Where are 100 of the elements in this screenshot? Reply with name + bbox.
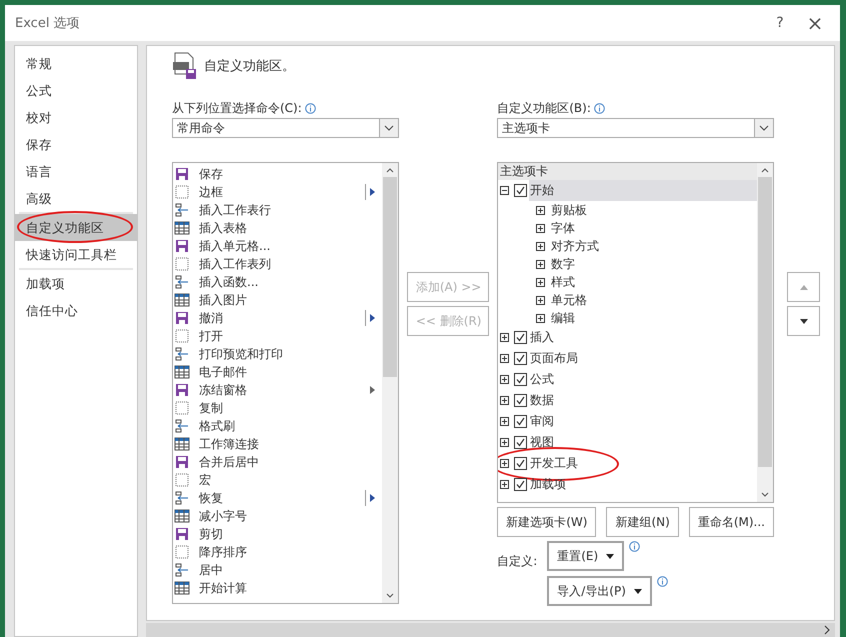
command-item[interactable]: 格式刷 — [173, 417, 382, 435]
expand-icon[interactable] — [536, 206, 546, 214]
command-item[interactable]: 插入单元格... — [173, 237, 382, 255]
command-item[interactable]: 降序排序 — [173, 543, 382, 561]
tree-item[interactable]: 数据 — [529, 390, 757, 411]
sidebar-item[interactable]: 公式 — [15, 77, 137, 104]
command-item[interactable]: 复制 — [173, 399, 382, 417]
tree-item[interactable]: 对齐方式 — [550, 237, 757, 255]
command-item[interactable]: 撤消 — [173, 309, 382, 327]
sidebar-item[interactable]: 高级 — [15, 185, 137, 212]
checkbox[interactable] — [514, 352, 528, 365]
command-item[interactable]: 恢复 — [173, 489, 382, 507]
command-item[interactable]: 打开 — [173, 327, 382, 345]
printer-icon — [172, 52, 198, 80]
checkbox[interactable] — [514, 394, 528, 407]
close-button[interactable]: × — [800, 10, 830, 36]
tree-item[interactable]: 数字 — [550, 255, 757, 273]
horizontal-scrollbar[interactable] — [146, 623, 835, 637]
expand-icon[interactable] — [500, 459, 510, 468]
expand-icon[interactable] — [536, 314, 546, 322]
sidebar-item[interactable]: 保存 — [15, 131, 137, 158]
tree-item[interactable]: 单元格 — [550, 291, 757, 309]
tree-item[interactable]: 审阅 — [529, 411, 757, 432]
tree-item[interactable]: 视图 — [529, 432, 757, 453]
expand-icon[interactable] — [536, 278, 546, 286]
sidebar-item[interactable]: 校对 — [15, 104, 137, 131]
checkbox[interactable] — [514, 373, 528, 386]
command-item[interactable]: 打印预览和打印 — [173, 345, 382, 363]
reset-button[interactable]: 重置(E) — [547, 541, 624, 571]
command-item[interactable]: 居中 — [173, 561, 382, 579]
checkbox[interactable] — [514, 457, 528, 470]
tree-item[interactable]: 开始 — [529, 180, 757, 201]
tree-item[interactable]: 样式 — [550, 273, 757, 291]
expand-icon[interactable] — [500, 375, 510, 384]
expand-icon[interactable] — [500, 480, 510, 489]
help-button[interactable]: ? — [760, 14, 800, 32]
expand-icon[interactable] — [500, 438, 510, 447]
command-item[interactable]: 合并后居中 — [173, 453, 382, 471]
sidebar-item[interactable]: 信任中心 — [15, 297, 137, 324]
command-item[interactable]: 边框 — [173, 183, 382, 201]
command-icon — [174, 562, 190, 578]
command-item[interactable]: 插入工作表列 — [173, 255, 382, 273]
sidebar-item[interactable]: 快速访问工具栏 — [15, 241, 137, 268]
tree-item[interactable]: 剪贴板 — [550, 201, 757, 219]
expand-icon[interactable] — [536, 260, 546, 268]
sidebar-item[interactable]: 自定义功能区 — [15, 214, 137, 241]
command-icon — [174, 256, 190, 272]
command-item[interactable]: 开始计算 — [173, 579, 382, 597]
checkbox[interactable] — [514, 331, 528, 344]
info-icon — [629, 541, 640, 552]
tree-action-button[interactable]: 新建选项卡(W) — [497, 507, 596, 537]
command-item[interactable]: 保存 — [173, 165, 382, 183]
command-item[interactable]: 工作簿连接 — [173, 435, 382, 453]
commands-dropdown[interactable]: 常用命令 — [172, 118, 398, 138]
checkbox[interactable] — [514, 478, 528, 491]
tree-item[interactable]: 公式 — [529, 369, 757, 390]
expand-icon[interactable] — [500, 354, 510, 363]
expand-icon[interactable] — [500, 333, 510, 342]
expand-icon[interactable] — [500, 396, 510, 405]
customize-label: 自定义: — [497, 553, 538, 570]
submenu-arrow-icon — [370, 494, 375, 502]
scrollbar-thumb[interactable] — [758, 177, 772, 467]
import-export-button[interactable]: 导入/导出(P) — [547, 576, 652, 606]
tree-item[interactable]: 编辑 — [550, 309, 757, 327]
scroll-right-icon[interactable] — [823, 625, 831, 635]
command-item[interactable]: 插入函数... — [173, 273, 382, 291]
tree-item[interactable]: 开发工具 — [529, 453, 757, 474]
caret-icon — [634, 588, 642, 594]
command-item[interactable]: 宏 — [173, 471, 382, 489]
command-item[interactable]: 插入表格 — [173, 219, 382, 237]
tree-item[interactable]: 字体 — [550, 219, 757, 237]
command-icon — [174, 544, 190, 560]
collapse-icon[interactable] — [500, 186, 510, 195]
sidebar-item[interactable]: 语言 — [15, 158, 137, 185]
command-icon — [174, 202, 190, 218]
tree-item[interactable]: 加载项 — [529, 474, 757, 495]
checkbox[interactable] — [514, 436, 528, 449]
ribbon-dropdown[interactable]: 主选项卡 — [497, 118, 774, 138]
expand-icon[interactable] — [536, 242, 546, 250]
expand-icon[interactable] — [500, 417, 510, 426]
command-item[interactable]: 插入工作表行 — [173, 201, 382, 219]
tree-item[interactable]: 插入 — [529, 327, 757, 348]
checkbox[interactable] — [514, 415, 528, 428]
scrollbar-thumb[interactable] — [382, 177, 396, 377]
command-item[interactable]: 剪切 — [173, 525, 382, 543]
command-item[interactable]: 插入图片 — [173, 291, 382, 309]
command-item[interactable]: 冻结窗格 — [173, 381, 382, 399]
tree-item[interactable]: 页面布局 — [529, 348, 757, 369]
sidebar-item[interactable]: 常规 — [15, 50, 137, 77]
expand-icon[interactable] — [536, 296, 546, 304]
chevron-down-icon — [384, 125, 394, 131]
expand-icon[interactable] — [536, 224, 546, 232]
tree-action-button[interactable]: 新建组(N) — [606, 507, 679, 537]
command-item[interactable]: 减小字号 — [173, 507, 382, 525]
sidebar-item[interactable]: 加载项 — [15, 270, 137, 297]
command-item[interactable]: 电子邮件 — [173, 363, 382, 381]
info-icon — [656, 576, 668, 587]
command-icon — [174, 490, 190, 506]
tree-action-button[interactable]: 重命名(M)... — [688, 507, 774, 537]
checkbox[interactable] — [514, 184, 528, 197]
